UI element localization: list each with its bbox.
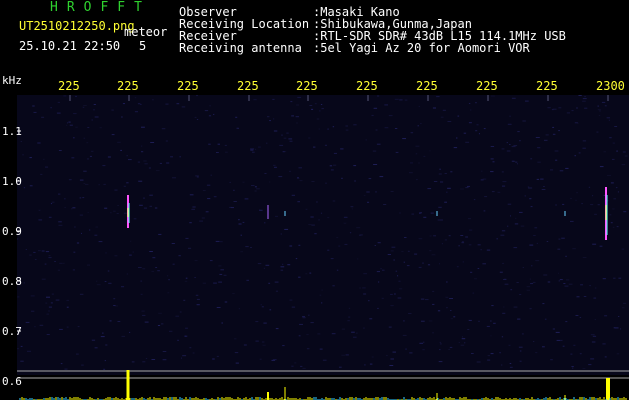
- meteor-echo: [127, 195, 130, 228]
- datetime-label: 25.10.21 22:50: [19, 39, 121, 53]
- x-tick-label: 225: [476, 79, 498, 93]
- x-tick-label: 2300: [596, 79, 625, 93]
- x-tick-label: 225: [237, 79, 259, 93]
- antenna-label: Receiving antenna: [179, 41, 302, 55]
- x-tick-label: 225: [416, 79, 438, 93]
- y-tick-label: 1.1: [2, 125, 22, 138]
- signal-strip: [17, 379, 629, 400]
- x-tick-label: 225: [58, 79, 80, 93]
- y-tick-label: 0.9: [2, 225, 22, 238]
- meteor-echo: [605, 187, 608, 240]
- app-title: HROFFT: [50, 0, 151, 15]
- x-tick-label: 225: [177, 79, 199, 93]
- mode-label: meteor: [124, 25, 168, 39]
- filename-label: UT2510212250.png: [19, 19, 135, 33]
- x-tick-label: 225: [356, 79, 378, 93]
- antenna-value: :5el Yagi Az 20 for Aomori VOR: [313, 41, 530, 55]
- x-tick-label: 225: [117, 79, 139, 93]
- y-tick-label: 0.8: [2, 275, 22, 288]
- x-tick-label: 225: [296, 79, 318, 93]
- x-tick-label: 225: [536, 79, 558, 93]
- y-tick-label: 0.7: [2, 325, 22, 338]
- count-label: 5: [139, 39, 147, 53]
- y-tick-label: 1.0: [2, 175, 22, 188]
- spectrogram-plot: [17, 95, 629, 400]
- y-axis-unit: kHz: [2, 74, 22, 87]
- y-tick-label: 0.6: [2, 375, 22, 388]
